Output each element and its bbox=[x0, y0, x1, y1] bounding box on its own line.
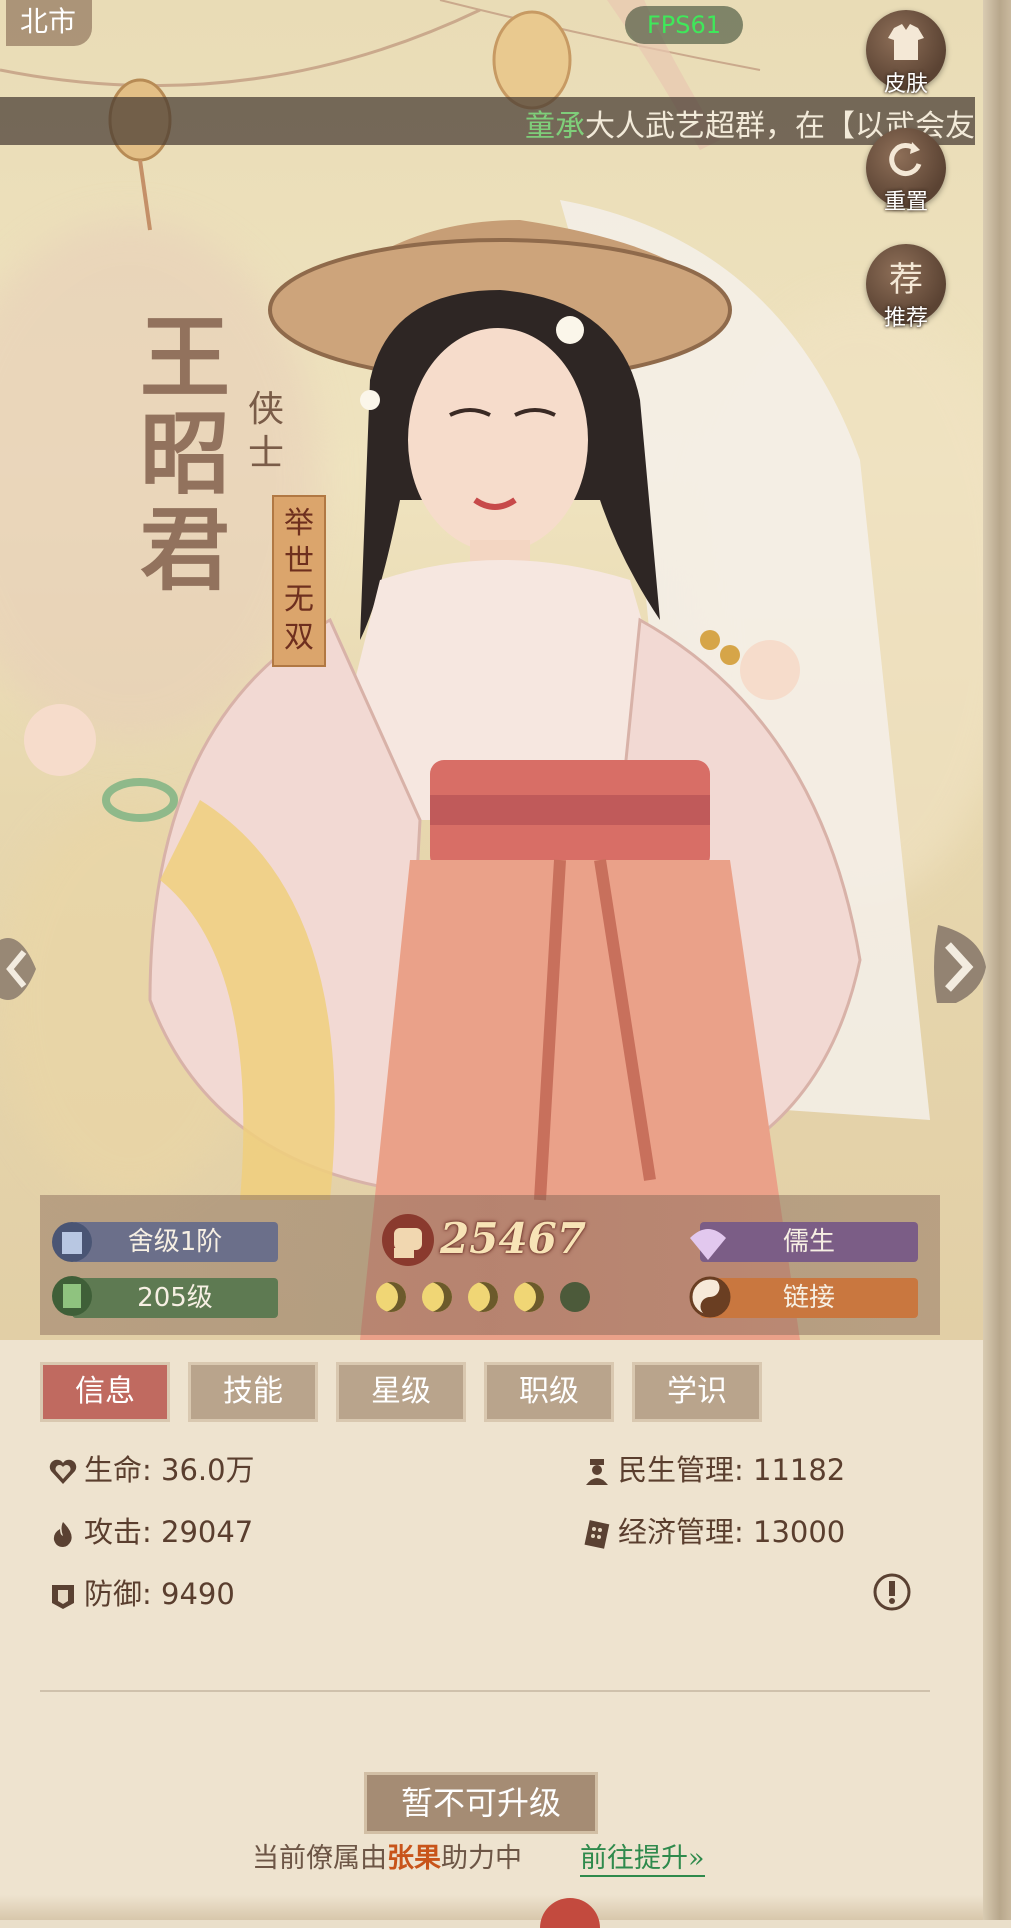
stat-attack-text: 攻击: 29047 bbox=[84, 1515, 254, 1549]
reset-button[interactable]: 重置 bbox=[866, 128, 946, 215]
divider bbox=[40, 1690, 930, 1692]
stat-economy: 经济管理: 13000 bbox=[582, 1512, 845, 1552]
star-moon-icon bbox=[514, 1282, 544, 1312]
character-name: 王昭君 bbox=[140, 305, 230, 603]
star-moon-icon bbox=[468, 1282, 498, 1312]
stat-hp-text: 生命: 36.0万 bbox=[84, 1453, 255, 1487]
bottom-strip bbox=[0, 1895, 983, 1920]
star-moon-icon bbox=[376, 1282, 406, 1312]
location-label: 北市 bbox=[6, 0, 93, 46]
profession-badge: 儒生 bbox=[700, 1222, 918, 1262]
star-moon-icon bbox=[422, 1282, 452, 1312]
assist-prefix: 当前僚属由 bbox=[252, 1843, 387, 1874]
stat-livelihood: 民生管理: 11182 bbox=[582, 1450, 845, 1490]
assist-name: 张果 bbox=[387, 1843, 441, 1874]
book-icon bbox=[52, 1276, 92, 1316]
next-character-arrow[interactable] bbox=[930, 925, 990, 1003]
upgrade-button[interactable]: 暂不可升级 bbox=[364, 1772, 598, 1834]
tab-rank[interactable]: 职级 bbox=[484, 1362, 614, 1422]
info-hint-icon[interactable] bbox=[872, 1572, 912, 1612]
combat-power: 25467 bbox=[380, 1210, 610, 1270]
official-icon bbox=[586, 1459, 608, 1485]
character-title-tag: 举世无双 bbox=[272, 495, 326, 667]
recommend-button-label: 推荐 bbox=[883, 306, 928, 331]
character-class: 侠士 bbox=[247, 389, 284, 474]
shield-icon bbox=[52, 1585, 74, 1609]
stat-attack: 攻击: 29047 bbox=[48, 1512, 253, 1552]
robe-icon bbox=[888, 24, 924, 60]
announcement-ticker: 童承大人武艺超群，在【以武会友 bbox=[0, 97, 975, 145]
building-icon bbox=[52, 1222, 92, 1262]
star-moon-empty-icon bbox=[560, 1282, 590, 1312]
skin-button-label: 皮肤 bbox=[883, 72, 928, 97]
tab-knowledge[interactable]: 学识 bbox=[632, 1362, 762, 1422]
goto-upgrade-link[interactable]: 前往提升» bbox=[580, 1836, 705, 1877]
tab-stars[interactable]: 星级 bbox=[336, 1362, 466, 1422]
fist-icon bbox=[382, 1214, 434, 1266]
hero-portrait-area bbox=[0, 0, 1011, 1340]
stat-economy-text: 经济管理: 13000 bbox=[618, 1515, 846, 1549]
prev-character-arrow[interactable] bbox=[0, 930, 60, 1008]
level-badge: 205级 bbox=[72, 1278, 278, 1318]
assist-status: 当前僚属由张果助力中 bbox=[252, 1836, 522, 1875]
character-title: 举世无双 bbox=[284, 506, 314, 655]
recommend-icon: 荐 bbox=[889, 260, 923, 300]
combat-power-value: 25467 bbox=[440, 1214, 587, 1263]
tab-info[interactable]: 信息 bbox=[40, 1362, 170, 1422]
stat-livelihood-text: 民生管理: 11182 bbox=[618, 1453, 846, 1487]
fps-counter: FPS61 bbox=[625, 6, 743, 44]
stat-defense: 防御: 9490 bbox=[48, 1574, 235, 1614]
fire-icon bbox=[53, 1522, 72, 1547]
assist-suffix: 助力中 bbox=[441, 1843, 522, 1874]
fan-icon bbox=[690, 1229, 726, 1260]
reset-button-label: 重置 bbox=[883, 190, 928, 215]
heart-icon bbox=[49, 1459, 77, 1484]
ticker-player-name: 童承 bbox=[525, 109, 585, 144]
recommend-button[interactable]: 荐 推荐 bbox=[866, 244, 946, 331]
residence-level-badge: 舍级1阶 bbox=[72, 1222, 278, 1262]
abacus-icon bbox=[584, 1520, 610, 1549]
stat-defense-text: 防御: 9490 bbox=[84, 1577, 235, 1611]
yin-yang-icon bbox=[689, 1276, 731, 1318]
reset-icon bbox=[889, 142, 922, 176]
link-button[interactable]: 链接 bbox=[700, 1278, 918, 1318]
skin-button[interactable]: 皮肤 bbox=[866, 10, 946, 97]
stat-hp: 生命: 36.0万 bbox=[48, 1450, 255, 1490]
tab-skills[interactable]: 技能 bbox=[188, 1362, 318, 1422]
